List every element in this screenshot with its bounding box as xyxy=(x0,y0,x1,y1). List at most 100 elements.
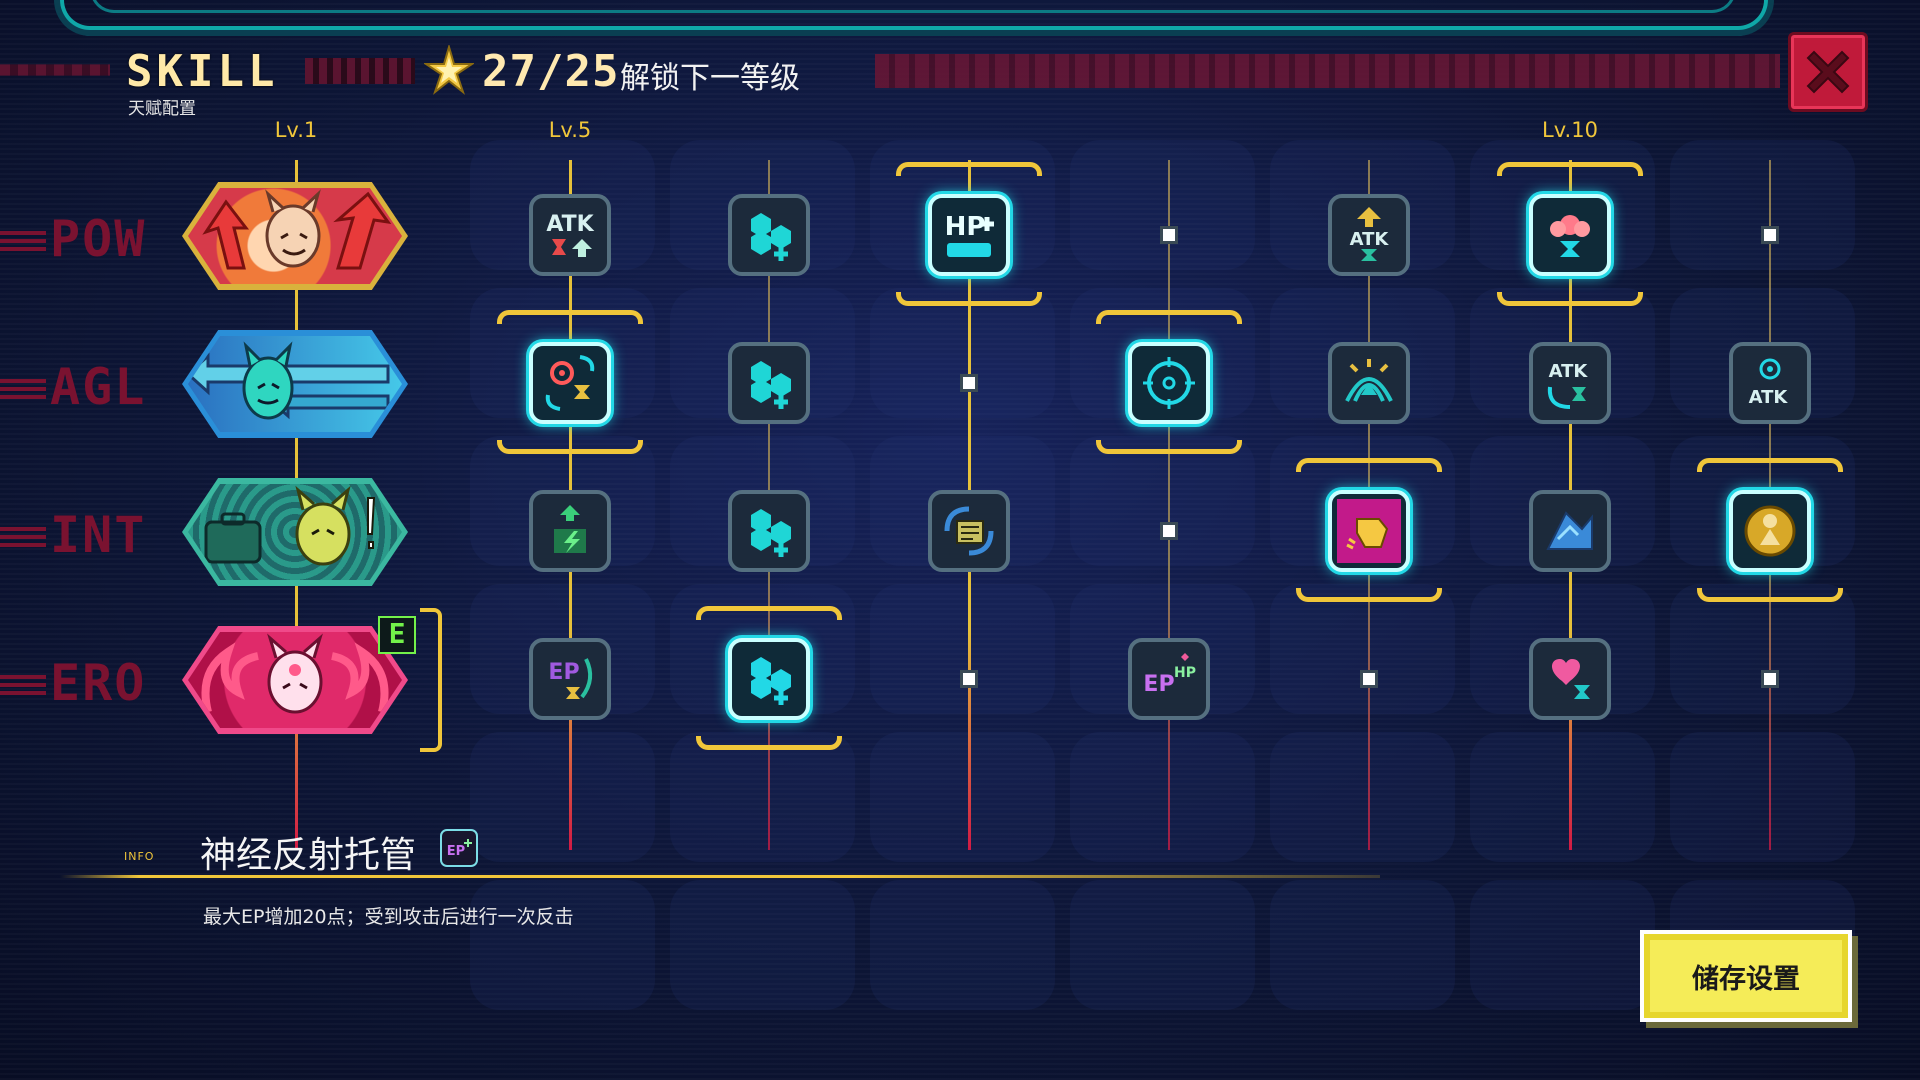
gold-statue-icon xyxy=(1744,505,1796,557)
ep-hp-icon: EP HP xyxy=(1143,653,1196,697)
hex-plus-icon xyxy=(751,213,791,261)
info-divider xyxy=(60,875,1380,878)
locked-node-ero-5[interactable] xyxy=(1360,670,1378,688)
hex-plus-icon xyxy=(751,361,791,409)
background-tile xyxy=(1270,732,1455,862)
selection-bracket xyxy=(420,608,442,752)
level-label-1: Lv.1 xyxy=(274,118,318,142)
ero-character-icon xyxy=(201,633,389,714)
crosshair-icon xyxy=(1143,357,1195,409)
row-label-pow: POW xyxy=(0,214,180,264)
selected-frame-bottom xyxy=(497,440,643,454)
skill-node-pow-1[interactable]: ATK xyxy=(529,194,611,276)
level-label-10: Lv.10 xyxy=(1542,118,1598,142)
unlock-hint: 解锁下一等级 xyxy=(620,61,800,96)
page-subtitle: 天赋配置 xyxy=(128,99,196,119)
background-tile xyxy=(1470,732,1655,862)
selected-frame-top xyxy=(1296,458,1442,472)
background-tile xyxy=(670,732,855,862)
background-tile xyxy=(1070,732,1255,862)
card-ero[interactable] xyxy=(182,626,408,734)
background-tile xyxy=(1670,140,1855,270)
cycle-doc-icon xyxy=(944,506,994,556)
close-button[interactable] xyxy=(1788,32,1868,112)
selected-frame-bottom xyxy=(896,292,1042,306)
locked-node-int-4[interactable] xyxy=(1160,522,1178,540)
card-int[interactable] xyxy=(182,478,408,586)
background-tile xyxy=(1670,732,1855,862)
skill-node-int-1[interactable] xyxy=(529,490,611,572)
skill-node-ero-2[interactable] xyxy=(728,638,810,720)
hex-plus-icon xyxy=(751,657,791,705)
background-tile xyxy=(1070,880,1255,1010)
locked-node-pow-4[interactable] xyxy=(1160,226,1178,244)
gold-fist-icon xyxy=(1337,499,1401,563)
save-settings-button[interactable]: 储存设置 xyxy=(1640,930,1852,1022)
locked-node-agl-3[interactable] xyxy=(960,374,978,392)
skill-node-ero-6[interactable] xyxy=(1529,638,1611,720)
skill-node-pow-6[interactable] xyxy=(1529,194,1611,276)
column-line-5 xyxy=(1168,160,1170,850)
svg-text:ATK: ATK xyxy=(1749,387,1789,408)
selected-frame-top xyxy=(1096,310,1242,324)
background-tile xyxy=(1270,584,1455,714)
background-tile xyxy=(470,732,655,862)
locked-node-ero-7[interactable] xyxy=(1761,670,1779,688)
lightning-up-icon xyxy=(554,505,586,553)
selected-frame-bottom xyxy=(1296,588,1442,602)
selected-frame-bottom xyxy=(1497,292,1643,306)
flower-timer-icon xyxy=(1550,215,1590,257)
card-pow[interactable] xyxy=(182,182,408,290)
svg-text:EP: EP xyxy=(447,844,465,859)
star-icon xyxy=(424,45,474,95)
info-tag: INFO xyxy=(124,850,155,863)
background-tile xyxy=(1270,880,1455,1010)
svg-text:ATK: ATK xyxy=(1549,361,1589,382)
selected-frame-top xyxy=(1697,458,1843,472)
skill-node-int-7[interactable] xyxy=(1729,490,1811,572)
skill-node-agl-6[interactable]: ATK xyxy=(1529,342,1611,424)
skill-node-agl-4[interactable] xyxy=(1128,342,1210,424)
skill-node-pow-3[interactable]: HP xyxy=(928,194,1010,276)
skill-node-int-2[interactable] xyxy=(728,490,810,572)
skill-node-int-3[interactable] xyxy=(928,490,1010,572)
skill-node-ero-4[interactable]: EP HP xyxy=(1128,638,1210,720)
skill-node-agl-1[interactable] xyxy=(529,342,611,424)
svg-text:ATK: ATK xyxy=(1350,229,1390,250)
selected-frame-bottom xyxy=(696,736,842,750)
skill-node-pow-5[interactable]: ATK xyxy=(1328,194,1410,276)
card-agl[interactable] xyxy=(182,330,408,438)
background-tile xyxy=(1470,880,1655,1010)
selected-frame-bottom xyxy=(1697,588,1843,602)
skill-node-agl-7[interactable]: ATK xyxy=(1729,342,1811,424)
locked-node-pow-7[interactable] xyxy=(1761,226,1779,244)
atk-up-icon: ATK xyxy=(1350,207,1390,261)
skill-node-ero-1[interactable]: EP xyxy=(529,638,611,720)
header-deco-band xyxy=(875,54,1780,88)
svg-text:HP: HP xyxy=(945,212,986,242)
agl-character-icon xyxy=(188,341,390,420)
rank-badge: E xyxy=(378,616,416,654)
skill-node-int-5[interactable] xyxy=(1328,490,1410,572)
svg-text:EP: EP xyxy=(548,660,579,685)
close-icon xyxy=(1806,50,1850,94)
heart-timer-icon xyxy=(1552,659,1590,699)
row-label-int: INT xyxy=(0,510,180,560)
locked-node-ero-3[interactable] xyxy=(960,670,978,688)
background-tile xyxy=(870,288,1055,418)
page-title: SKILL xyxy=(126,46,279,97)
skill-node-agl-2[interactable] xyxy=(728,342,810,424)
top-frame-inner xyxy=(90,0,1736,13)
header-deco-mid xyxy=(305,58,415,84)
skill-node-int-6[interactable] xyxy=(1529,490,1611,572)
skill-node-agl-5[interactable] xyxy=(1328,342,1410,424)
svg-text:HP: HP xyxy=(1174,665,1196,681)
skill-description: 最大EP增加20点；受到攻击后进行一次反击 xyxy=(203,906,574,928)
blue-shield-icon xyxy=(1546,511,1593,550)
int-character-icon xyxy=(204,485,376,566)
row-label-ero: ERO xyxy=(0,658,180,708)
selected-frame-top xyxy=(497,310,643,324)
background-tile xyxy=(870,880,1055,1010)
skill-node-pow-2[interactable] xyxy=(728,194,810,276)
hp-plus-icon: HP xyxy=(945,212,994,257)
